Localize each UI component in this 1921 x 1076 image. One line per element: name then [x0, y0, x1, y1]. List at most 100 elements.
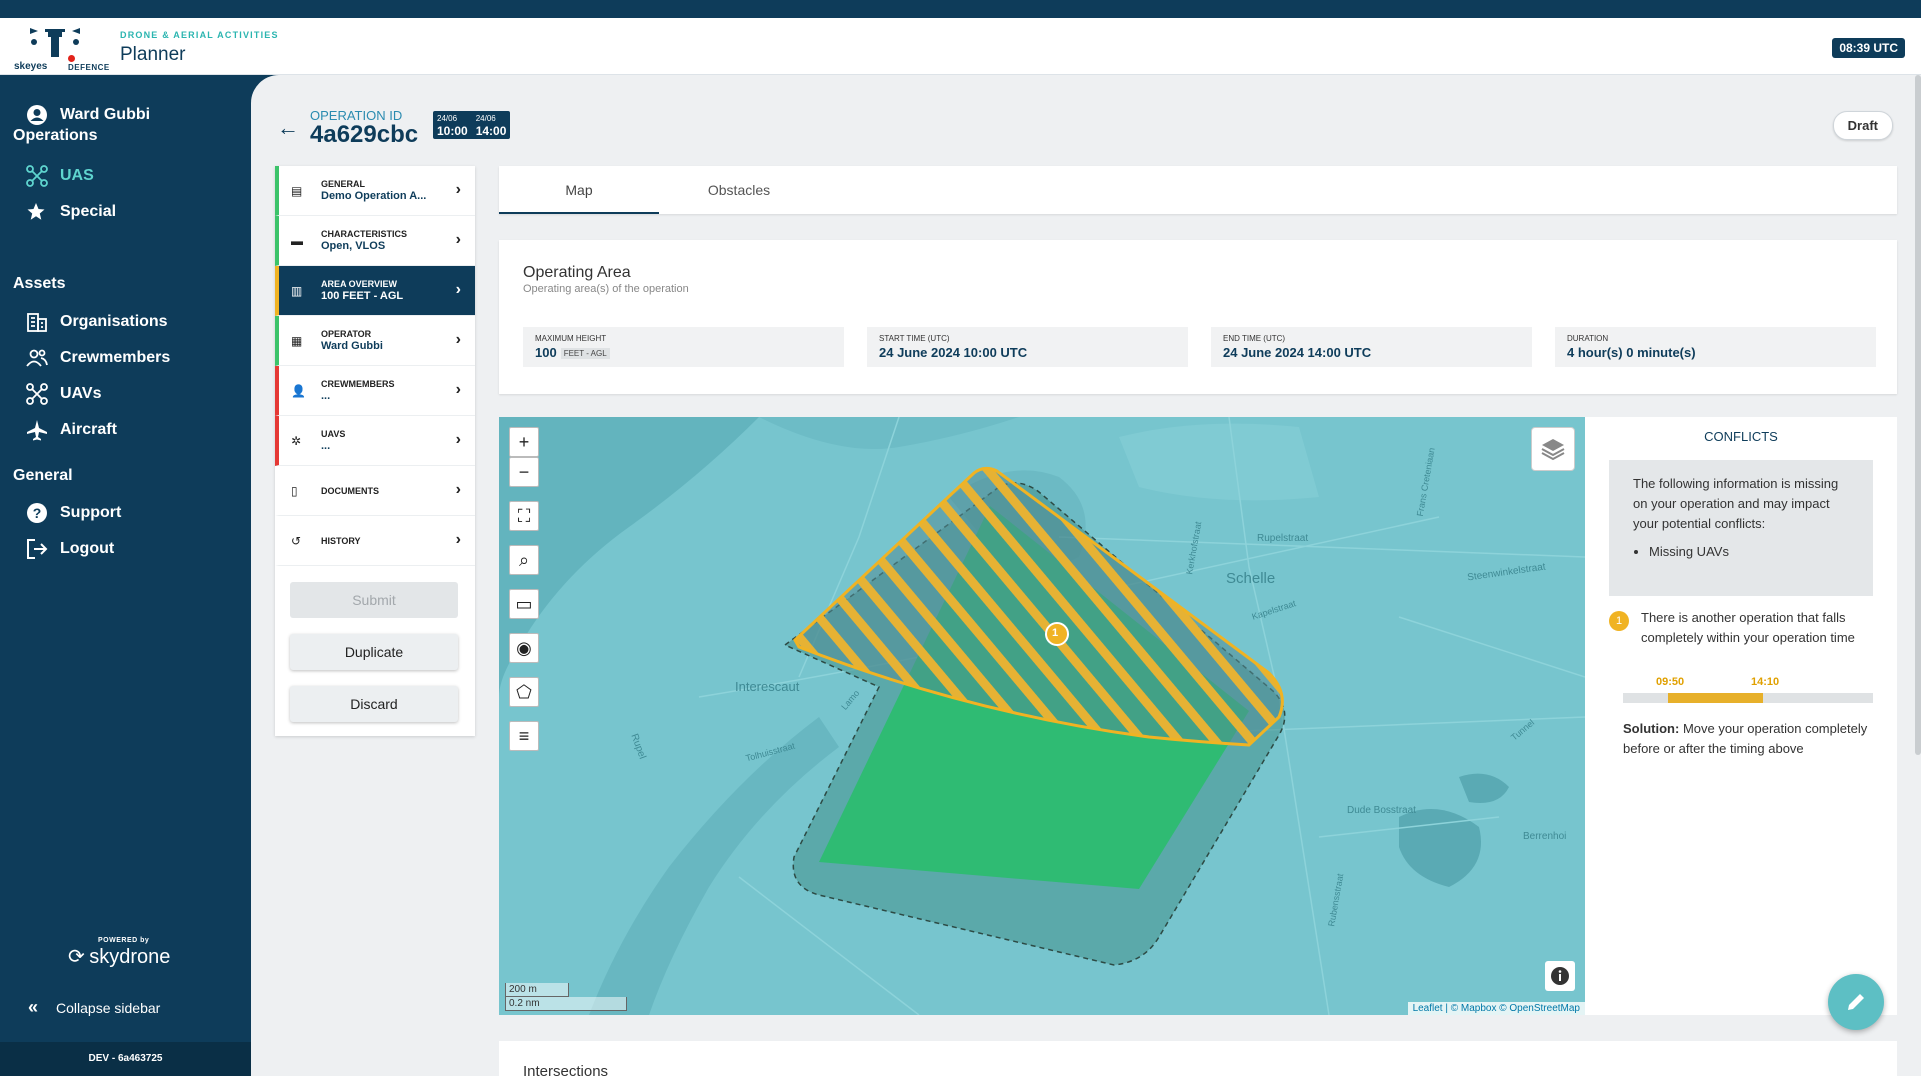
operating-area-subtitle: Operating area(s) of the operation — [523, 283, 689, 295]
user-name: Ward Gubbi — [60, 106, 151, 123]
step-history[interactable]: ↺ HISTORY › — [275, 516, 475, 566]
submit-button[interactable]: Submit — [290, 582, 458, 618]
account-circle-icon — [26, 104, 48, 126]
duplicate-button[interactable]: Duplicate — [290, 634, 458, 670]
sidebar-item-label: UAVs — [60, 385, 102, 402]
folder-icon: ▬ — [291, 233, 303, 248]
edit-fab-button[interactable] — [1828, 974, 1884, 1030]
operating-area-title: Operating Area — [523, 264, 631, 281]
operation-time-badge: 24/06 10:00 24/06 14:00 — [433, 111, 511, 139]
chevron-right-icon: › — [455, 281, 461, 298]
end-time-value: 24 June 2024 14:00 UTC — [1223, 345, 1372, 360]
collapse-sidebar-button[interactable]: « Collapse sidebar — [28, 997, 160, 1018]
sidebar-item-special[interactable]: Special — [26, 201, 116, 223]
map-info-icon[interactable] — [1545, 961, 1575, 991]
map-label-interescaut: Interescaut — [735, 679, 800, 694]
missing-info-box: The following information is missing on … — [1609, 460, 1873, 596]
discard-button[interactable]: Discard — [290, 686, 458, 722]
page-scrollbar[interactable] — [1915, 75, 1921, 755]
zoom-in-button[interactable]: + — [509, 427, 539, 457]
layers-icon[interactable] — [1531, 427, 1575, 471]
step-documents[interactable]: ▯ DOCUMENTS › — [275, 466, 475, 516]
map-search-icon[interactable]: ⌕ — [509, 545, 539, 575]
app-subtitle: DRONE & AERIAL ACTIVITIES — [120, 30, 279, 40]
step-characteristics[interactable]: ▬ CHARACTERISTICS Open, VLOS › — [275, 216, 475, 266]
star-sparkle-icon — [26, 201, 48, 223]
sidebar-item-uavs[interactable]: UAVs — [26, 383, 102, 405]
step-area-overview[interactable]: ▥ AREA OVERVIEW 100 FEET - AGL › — [275, 266, 475, 316]
skeyes-defence-logo[interactable]: skeyes DEFENCE — [6, 20, 116, 74]
section-operations: Operations — [13, 127, 98, 144]
timeline-overlap-fill — [1668, 693, 1763, 703]
chevron-right-icon: › — [455, 231, 461, 248]
draw-rectangle-icon[interactable]: ▭ — [509, 589, 539, 619]
dev-version: DEV - 6a463725 — [0, 1042, 251, 1076]
step-value: Open, VLOS — [321, 240, 386, 252]
operating-area-card: Operating Area Operating area(s) of the … — [499, 240, 1897, 394]
timeline-bar — [1623, 693, 1873, 703]
step-value: ... — [321, 390, 331, 402]
sidebar-item-support[interactable]: ? Support — [26, 502, 121, 524]
map-label-berrenhoi: Berrenhoi — [1523, 831, 1567, 842]
tab-map[interactable]: Map — [499, 166, 659, 214]
max-height-value: 100 — [535, 345, 557, 360]
step-operator[interactable]: ▦ OPERATOR Ward Gubbi › — [275, 316, 475, 366]
conflict-number-badge: 1 — [1609, 611, 1629, 631]
leaflet-link[interactable]: Leaflet — [1413, 1003, 1443, 1014]
tab-obstacles[interactable]: Obstacles — [659, 166, 819, 214]
map-conflict-marker[interactable]: 1 — [1052, 627, 1058, 639]
step-title: UAVS — [321, 429, 346, 439]
map-icon: ▥ — [291, 283, 303, 298]
chevron-right-icon: › — [455, 381, 461, 398]
locate-icon[interactable]: ◉ — [509, 633, 539, 663]
step-uavs[interactable]: ✲ UAVS... › — [275, 416, 475, 466]
scale-meters: 200 m — [505, 983, 569, 997]
step-crewmembers[interactable]: 👤 CREWMEMBERS... › — [275, 366, 475, 416]
double-chevron-left-icon: « — [28, 997, 39, 1017]
sidebar-item-label: Special — [60, 203, 117, 220]
chevron-right-icon: › — [455, 331, 461, 348]
end-time-label: END TIME (UTC) — [1223, 334, 1286, 343]
pencil-icon — [1848, 994, 1864, 1010]
timeline-start: 09:50 — [1656, 676, 1685, 688]
sidebar-item-uas[interactable]: UAS — [26, 165, 94, 187]
building-icon — [26, 311, 48, 333]
sidebar-item-label: Aircraft — [60, 421, 117, 438]
intersections-title: Intersections — [523, 1063, 609, 1076]
legend-list-icon[interactable]: ≡ — [509, 721, 539, 751]
main-content: ← OPERATION ID 4a629cbc 24/06 10:00 24/06… — [251, 75, 1921, 1076]
step-value: Demo Operation A... — [321, 190, 427, 202]
step-title: OPERATOR — [321, 329, 372, 339]
step-title: HISTORY — [321, 535, 361, 546]
map-label-rupelstraat: Rupelstraat — [1257, 533, 1309, 544]
status-badge[interactable]: Draft — [1832, 111, 1893, 140]
sidebar-item-label: Logout — [60, 540, 115, 557]
step-title: DOCUMENTS — [321, 485, 379, 496]
collapse-label: Collapse sidebar — [56, 999, 161, 1016]
map-label-schelle: Schelle — [1226, 570, 1276, 587]
draw-polygon-icon[interactable]: ⬠ — [509, 677, 539, 707]
user-profile[interactable]: Ward Gubbi — [26, 104, 150, 126]
step-value: 100 FEET - AGL — [321, 290, 404, 302]
step-title: GENERAL — [321, 179, 366, 189]
timeline-end: 14:10 — [1751, 676, 1780, 688]
conflicts-panel: CONFLICTS The following information is m… — [1585, 417, 1897, 1015]
sidebar-item-logout[interactable]: Logout — [26, 538, 114, 560]
sidebar-item-crewmembers[interactable]: Crewmembers — [26, 347, 170, 369]
zoom-out-button[interactable]: − — [509, 457, 539, 487]
back-arrow-icon[interactable]: ← — [277, 115, 299, 141]
powered-by-skydrone: POWERED by ⟳ skydrone — [68, 937, 170, 969]
fullscreen-icon[interactable]: ⛶ — [509, 501, 539, 531]
top-strip — [0, 0, 1921, 18]
utc-clock: 08:39 UTC — [1832, 38, 1905, 58]
duration-box: DURATION 4 hour(s) 0 minute(s) — [1555, 327, 1876, 367]
map-attribution-text[interactable]: | © Mapbox © OpenStreetMap — [1445, 1003, 1580, 1014]
map-view[interactable]: 1 Schelle Interescaut Rupelstraat Steenw… — [499, 417, 1585, 1015]
chevron-right-icon: › — [455, 481, 461, 498]
step-general[interactable]: ▤ GENERAL Demo Operation A... › — [275, 166, 475, 216]
skydrone-logo-icon: ⟳ — [68, 946, 85, 968]
sidebar-item-aircraft[interactable]: Aircraft — [26, 419, 117, 441]
map-scale: 200 m 0.2 nm — [505, 983, 627, 1011]
sidebar-item-organisations[interactable]: Organisations — [26, 311, 168, 333]
group-icon — [26, 347, 48, 369]
